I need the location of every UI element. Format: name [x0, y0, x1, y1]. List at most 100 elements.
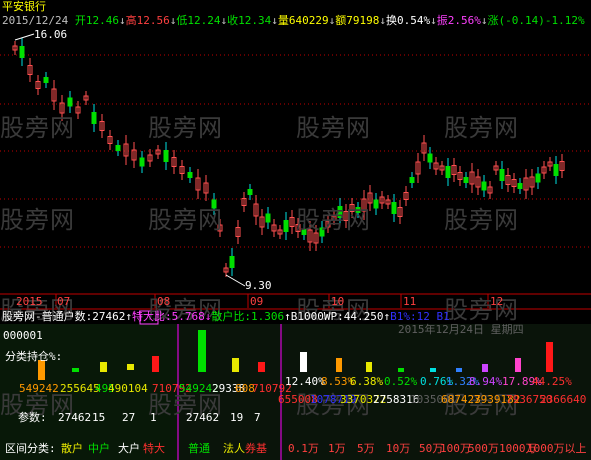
- x-axis-label: 07: [57, 295, 71, 308]
- group1-value: 255645: [60, 382, 100, 395]
- candle-body: [19, 46, 25, 58]
- range-category[interactable]: 500万: [468, 443, 499, 455]
- extra-ratio-2: B1: [436, 310, 450, 323]
- holding-bar: [152, 356, 159, 372]
- range-category[interactable]: 5万: [357, 443, 375, 455]
- range-category[interactable]: 0.1万: [288, 443, 319, 455]
- holding-bar: [546, 342, 553, 372]
- arrow-up-icon: ↑: [284, 310, 291, 323]
- holding-bar: [232, 358, 239, 372]
- arrow-down-icon: ↓: [430, 14, 437, 27]
- candle-body: [187, 172, 193, 178]
- header-quote-line: 2015/12/24 开12.46↓高12.56↓低12.24↓收12.34↓量…: [2, 15, 585, 27]
- volume-value: 640229: [288, 14, 329, 27]
- category-retail[interactable]: 散户: [61, 443, 83, 455]
- category-normal[interactable]: 普通: [188, 443, 210, 455]
- group3-num: 2366640: [540, 393, 587, 406]
- range-category[interactable]: 1000万以上: [527, 443, 587, 455]
- candle-body: [445, 166, 451, 178]
- indicator-header[interactable]: 股旁网-普通户数:27462↑特大比:5.768↓散户比:1.306↑B1000…: [2, 311, 450, 323]
- candle-body: [229, 256, 235, 268]
- candle-body: [391, 202, 397, 214]
- retail-ratio: 散户比:1.306: [211, 310, 285, 323]
- amplitude-value: 2.56%: [447, 14, 481, 27]
- arrow-down-icon: ↓: [118, 14, 126, 27]
- high-marker-line: [14, 33, 35, 41]
- holding-bar: [398, 368, 404, 372]
- param-value: 1: [150, 411, 157, 424]
- stock-name[interactable]: 平安银行: [2, 1, 46, 13]
- candle-body: [373, 199, 379, 209]
- x-axis-label: 08: [157, 295, 171, 308]
- param-value: 27: [122, 411, 136, 424]
- special-ratio: 特大比:5.768: [132, 310, 205, 323]
- volume-label: 量: [277, 14, 289, 27]
- candle-body: [283, 220, 289, 232]
- turnover-label: 换: [385, 14, 397, 27]
- holding-bar: [127, 364, 134, 370]
- holding-bar: [366, 362, 372, 372]
- close-label: 收: [227, 14, 239, 27]
- x-axis-label: 09: [250, 295, 264, 308]
- high-price-marker: 16.06: [34, 28, 68, 41]
- group1-value: 549242: [19, 382, 59, 395]
- x-axis-label: 10: [331, 295, 345, 308]
- range-category[interactable]: 1万: [328, 443, 346, 455]
- candle-body: [43, 77, 49, 83]
- amount-label: 额: [335, 14, 347, 27]
- category-institution[interactable]: 法人: [223, 443, 245, 455]
- candle-body: [409, 177, 415, 183]
- holding-bar: [72, 368, 79, 372]
- group3-pct: 12.40%: [285, 375, 325, 388]
- watermark: 股旁网: [148, 114, 223, 142]
- candle-body: [427, 153, 433, 163]
- candle-body: [139, 157, 145, 167]
- candle-body: [535, 173, 541, 183]
- param-value: 27462: [58, 411, 92, 424]
- group3-pct: 8.94%: [469, 375, 503, 388]
- category-large[interactable]: 大户: [118, 443, 140, 455]
- holding-bar: [430, 368, 436, 372]
- watermark: 股旁网: [296, 114, 371, 142]
- open-value: 12.46: [85, 14, 119, 27]
- watermark: 股旁网: [296, 206, 371, 234]
- watermark: 股旁网: [0, 114, 75, 142]
- category-holding-label: 分类持仓%:: [5, 350, 63, 363]
- x-axis-label: 11: [403, 295, 417, 308]
- section-label: 区间分类:: [5, 442, 56, 455]
- range-category[interactable]: 100万: [440, 443, 471, 455]
- arrow-up-icon: ↑: [125, 310, 132, 323]
- candle-body: [247, 189, 253, 195]
- watermark: 股旁网: [0, 206, 75, 234]
- group3-pct: 44.25%: [532, 375, 572, 388]
- group3-pct: 0.52%: [384, 375, 418, 388]
- extra-ratio: B1%:12: [390, 310, 430, 323]
- candle-body: [553, 164, 559, 176]
- open-label: 开: [74, 14, 86, 27]
- high-label: 高: [125, 14, 137, 27]
- param-value: 19: [230, 411, 244, 424]
- candle-body: [115, 145, 121, 151]
- category-medium[interactable]: 中户: [88, 443, 110, 455]
- holding-bar: [456, 368, 462, 372]
- quote-date: 2015/12/24: [2, 14, 69, 27]
- category-fund[interactable]: 券基: [245, 443, 267, 455]
- candle-body: [91, 112, 97, 124]
- x-axis-label: 2015: [16, 295, 43, 308]
- holding-bar: [300, 352, 307, 372]
- group1-value: 490104: [108, 382, 148, 395]
- holding-bar: [336, 358, 342, 372]
- amplitude-label: 振: [436, 14, 448, 27]
- holding-bar: [482, 364, 488, 372]
- turnover-value: 0.54%: [396, 14, 431, 27]
- arrow-down-icon: ↓: [271, 14, 278, 27]
- category-super[interactable]: 特大: [143, 443, 165, 455]
- params-label: 参数:: [18, 411, 47, 424]
- holding-bar: [100, 362, 107, 372]
- low-value: 12.24: [187, 14, 221, 27]
- arrow-down-icon: ↓: [379, 14, 386, 27]
- holding-bar: [258, 362, 265, 372]
- range-category[interactable]: 10万: [386, 443, 410, 455]
- param-value: 27462: [186, 411, 220, 424]
- candle-body: [499, 169, 505, 181]
